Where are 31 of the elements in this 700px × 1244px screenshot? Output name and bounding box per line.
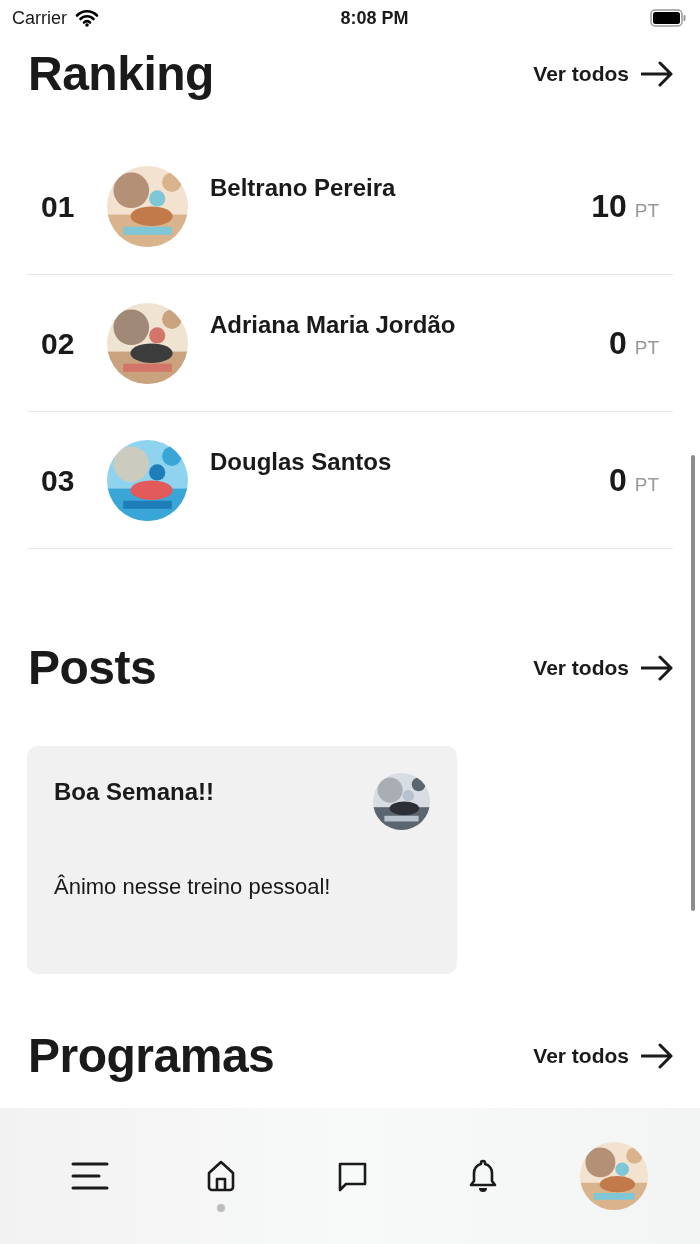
carrier-name: Carrier: [12, 6, 67, 30]
clock-time: 8:08 PM: [340, 6, 409, 30]
section-title: Ranking: [28, 46, 214, 103]
arrow-right-icon: [641, 655, 673, 681]
see-all-link[interactable]: Ver todos: [533, 652, 673, 684]
points-unit: PT: [634, 199, 659, 223]
bell-icon: [469, 1159, 497, 1193]
section-title: Programas: [28, 1028, 275, 1085]
arrow-right-icon: [641, 1043, 673, 1069]
points-unit: PT: [634, 473, 659, 497]
arrow-right-icon: [641, 61, 673, 87]
user-name: Beltrano Pereira: [210, 173, 396, 203]
rank-number: 01: [41, 188, 76, 225]
post-title: Boa Semana!!: [54, 777, 215, 807]
wifi-icon: [75, 9, 99, 27]
rank-number: 02: [41, 325, 76, 362]
points-value: 10: [591, 187, 627, 226]
home-icon: [206, 1160, 236, 1192]
user-name: Adriana Maria Jordão: [210, 310, 456, 340]
section-title: Posts: [28, 640, 157, 697]
post-text: Ânimo nesse treino pessoal!: [54, 873, 332, 901]
points-value: 0: [608, 324, 627, 363]
see-all-link[interactable]: Ver todos: [533, 1040, 673, 1072]
chat-icon: [336, 1160, 368, 1192]
points-value: 0: [608, 461, 627, 500]
see-all-link[interactable]: Ver todos: [533, 58, 673, 90]
menu-icon: [71, 1162, 109, 1190]
rank-number: 03: [41, 462, 76, 499]
points-unit: PT: [634, 336, 659, 360]
user-name: Douglas Santos: [210, 447, 392, 477]
battery-icon: [650, 9, 686, 27]
